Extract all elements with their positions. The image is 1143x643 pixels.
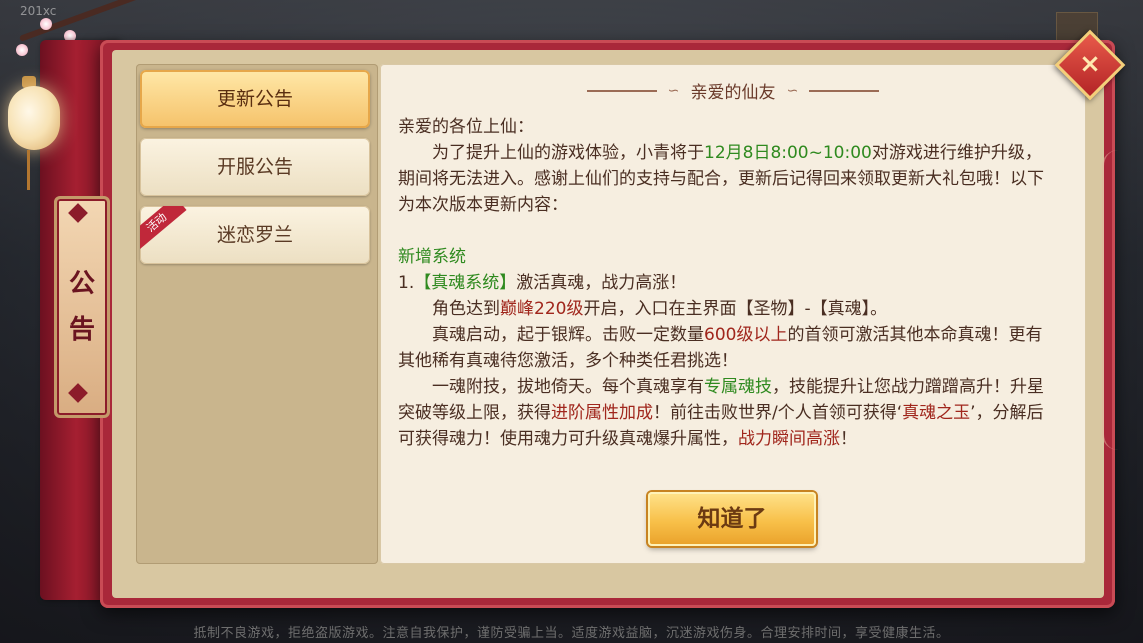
highlight: 真魂之玉 [902,403,971,423]
event-badge: 活动 [140,206,187,250]
text: 开启，入口在主界面【圣物】-【真魂】。 [583,299,888,319]
plum-blossom-icon [16,44,28,56]
text: 角色达到 [432,299,500,319]
lantern-icon [8,86,60,150]
top-hud-text: 201xc [20,4,57,18]
paragraph-activation: 真魂启动，起于银辉。击败一定数量600级以上的首领可激活其他本命真魂！更有其他稀… [398,322,1058,374]
item-text: 激活真魂，战力高涨！ [516,273,687,293]
maintenance-time: 12月8日8:00~10:00 [704,143,872,163]
notice-title: 亲爱的仙友 [690,83,776,103]
notice-title-row: ∽ 亲爱的仙友 ∽ [380,78,1086,106]
highlight: 600级以上 [704,325,788,345]
tab-label: 更新公告 [216,88,293,110]
item-number: 1. [398,273,415,293]
paragraph-skills: 一魂附技，拔地倚天。每个真魂享有专属魂技，技能提升让您战力蹭蹭高升！升星突破等级… [398,374,1058,452]
highlight: 巅峰220级 [500,299,584,319]
intro-text: 为了提升上仙的游戏体验，小青将于 [432,143,704,163]
greeting: 亲爱的各位上仙： [398,117,534,137]
item-1: 1.【真魂系统】激活真魂，战力高涨！ [398,270,1058,296]
tab-event-milian-luolan[interactable]: 活动 迷恋罗兰 [140,206,370,264]
highlight: 进阶属性加成 [551,403,653,423]
tab-label: 开服公告 [216,156,293,178]
plum-blossom-icon [40,18,52,30]
title-line-left [586,89,657,92]
text: 真魂启动，起于银辉。击败一定数量 [432,325,704,345]
cloud-decoration [1102,150,1134,450]
tab-update-notice[interactable]: 更新公告 [140,70,370,128]
title-line-right [809,89,880,92]
notice-tab-list: 更新公告 开服公告 活动 迷恋罗兰 [136,64,378,564]
text: ！ [840,429,857,449]
paragraph-unlock: 角色达到巅峰220级开启，入口在主界面【圣物】-【真魂】。 [398,296,1058,322]
health-notice-footer: 抵制不良游戏，拒绝盗版游戏。注意自我保护，谨防受骗上当。适度游戏益脑，沉迷游戏伤… [193,626,950,641]
intro-paragraph: 为了提升上仙的游戏体验，小青将于12月8日8:00~10:00对游戏进行维护升级… [398,140,1058,218]
highlight: 战力瞬间高涨 [738,429,840,449]
tab-label: 迷恋罗兰 [216,224,293,246]
side-title-tag: 公 告 [54,196,110,418]
text: ！前往击败世界/个人首领可获得‘ [653,403,903,423]
highlight: 专属魂技 [704,377,772,397]
notice-body: 亲爱的各位上仙： 为了提升上仙的游戏体验，小青将于12月8日8:00~10:00… [398,114,1058,452]
side-title-char-2: 告 [68,315,95,345]
text: 一魂附技，拔地倚天。每个真魂享有 [432,377,704,397]
section-heading: 新增系统 [398,247,466,267]
swirl-ornament-icon: ∽ [667,82,680,99]
notice-content-panel: ∽ 亲爱的仙友 ∽ 亲爱的各位上仙： 为了提升上仙的游戏体验，小青将于12月8日… [380,64,1086,564]
lantern-tassel [27,150,30,190]
swirl-ornament-icon: ∽ [786,82,799,99]
close-icon[interactable]: × [1065,40,1115,90]
confirm-button[interactable]: 知道了 [648,492,816,546]
system-name: 【真魂系统】 [414,273,517,293]
tab-server-open-notice[interactable]: 开服公告 [140,138,370,196]
side-title-char-1: 公 [68,269,95,299]
